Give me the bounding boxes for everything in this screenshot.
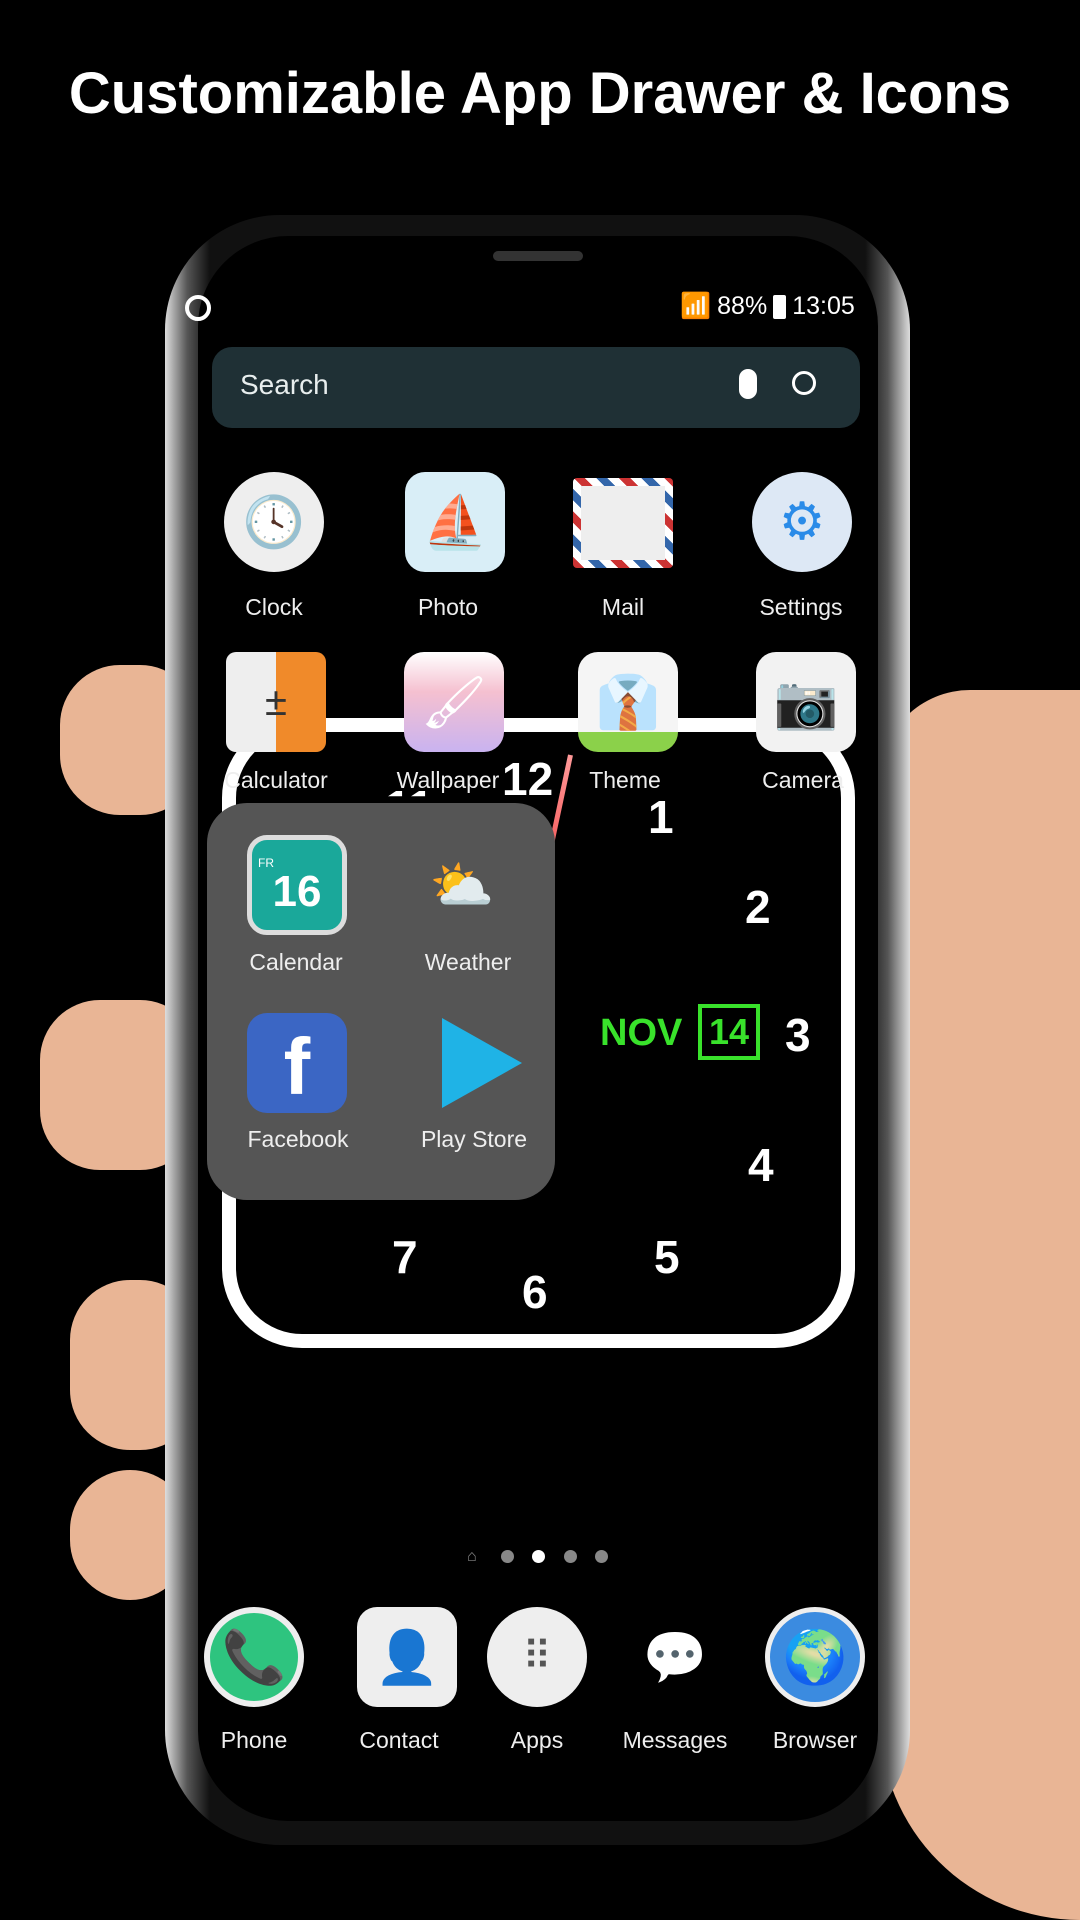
clock-number: 5 bbox=[654, 1231, 680, 1283]
page-dot-active[interactable] bbox=[532, 1550, 545, 1563]
calendar-weekday: FR bbox=[258, 856, 274, 870]
app-label: Play Store bbox=[420, 1126, 528, 1152]
app-folder: FR 16 ⛅ Calendar Weather f Facebook Play… bbox=[207, 803, 555, 1200]
app-label: Settings bbox=[759, 594, 843, 620]
calendar-date: 16 bbox=[272, 867, 322, 916]
wifi-icon: 📶 bbox=[680, 292, 712, 320]
browser-icon[interactable]: 🌍 bbox=[765, 1607, 865, 1707]
search-placeholder: Search bbox=[240, 369, 329, 400]
dock-label: Browser bbox=[772, 1727, 858, 1753]
app-label: Calendar bbox=[249, 949, 343, 975]
date-day: 14 bbox=[698, 1004, 760, 1060]
gear-icon[interactable]: ⚙ bbox=[752, 472, 852, 572]
battery-percent: 88% bbox=[717, 292, 768, 320]
status-indicator-icon bbox=[185, 295, 211, 321]
clock-number: 4 bbox=[748, 1139, 774, 1191]
app-label: Camera bbox=[762, 767, 844, 793]
phone-icon[interactable]: 📞 bbox=[204, 1607, 304, 1707]
search-input[interactable]: Search bbox=[212, 347, 860, 428]
status-bar: 📶 88% 13:05 bbox=[680, 292, 855, 321]
clock-number: 6 bbox=[522, 1266, 548, 1318]
app-label: Wallpaper bbox=[396, 767, 500, 793]
clock-number: 7 bbox=[392, 1231, 418, 1283]
date-month: NOV bbox=[600, 1012, 683, 1054]
photo-icon[interactable]: ⛵ bbox=[405, 472, 505, 572]
hand-palm bbox=[880, 690, 1080, 1920]
app-label: Calculator bbox=[224, 767, 328, 793]
play-triangle bbox=[442, 1018, 522, 1108]
search-icon[interactable] bbox=[792, 371, 816, 395]
paint-roller-icon[interactable]: 🖌 bbox=[404, 652, 504, 752]
clock-number: 1 bbox=[648, 791, 674, 843]
microphone-icon[interactable] bbox=[739, 369, 757, 399]
home-page-icon[interactable]: ⌂ bbox=[467, 1548, 477, 1566]
apps-grid-icon[interactable]: ⠿ bbox=[487, 1607, 587, 1707]
app-label: Clock bbox=[245, 594, 303, 620]
clock-number: 3 bbox=[785, 1009, 811, 1061]
play-store-icon[interactable] bbox=[432, 1013, 532, 1113]
envelope bbox=[581, 486, 665, 560]
page-dot[interactable] bbox=[595, 1550, 608, 1563]
camera-icon[interactable]: 📷 bbox=[756, 652, 856, 752]
contact-icon[interactable]: 👤 bbox=[357, 1607, 457, 1707]
weather-icon[interactable]: ⛅ bbox=[412, 835, 512, 935]
clock-number: 2 bbox=[745, 881, 771, 933]
shirt-icon[interactable]: 👔 bbox=[578, 652, 678, 752]
battery-icon bbox=[773, 294, 787, 319]
app-label: Photo bbox=[417, 594, 479, 620]
page-dot[interactable] bbox=[564, 1550, 577, 1563]
app-label: Mail bbox=[601, 594, 645, 620]
earpiece bbox=[493, 251, 583, 261]
facebook-icon[interactable]: f bbox=[247, 1013, 347, 1113]
headline: Customizable App Drawer & Icons bbox=[68, 61, 1012, 126]
page-dot[interactable] bbox=[501, 1550, 514, 1563]
messages-icon[interactable]: 💬 bbox=[625, 1607, 725, 1707]
calculator-icon[interactable]: ± bbox=[226, 652, 326, 752]
app-label: Facebook bbox=[247, 1126, 349, 1152]
app-label: Weather bbox=[424, 949, 512, 975]
mail-icon[interactable] bbox=[573, 478, 673, 568]
clock-icon[interactable]: 🕓 bbox=[224, 472, 324, 572]
calendar-icon[interactable]: FR 16 bbox=[247, 835, 347, 935]
status-time: 13:05 bbox=[792, 292, 855, 320]
app-label: Theme bbox=[589, 767, 661, 793]
